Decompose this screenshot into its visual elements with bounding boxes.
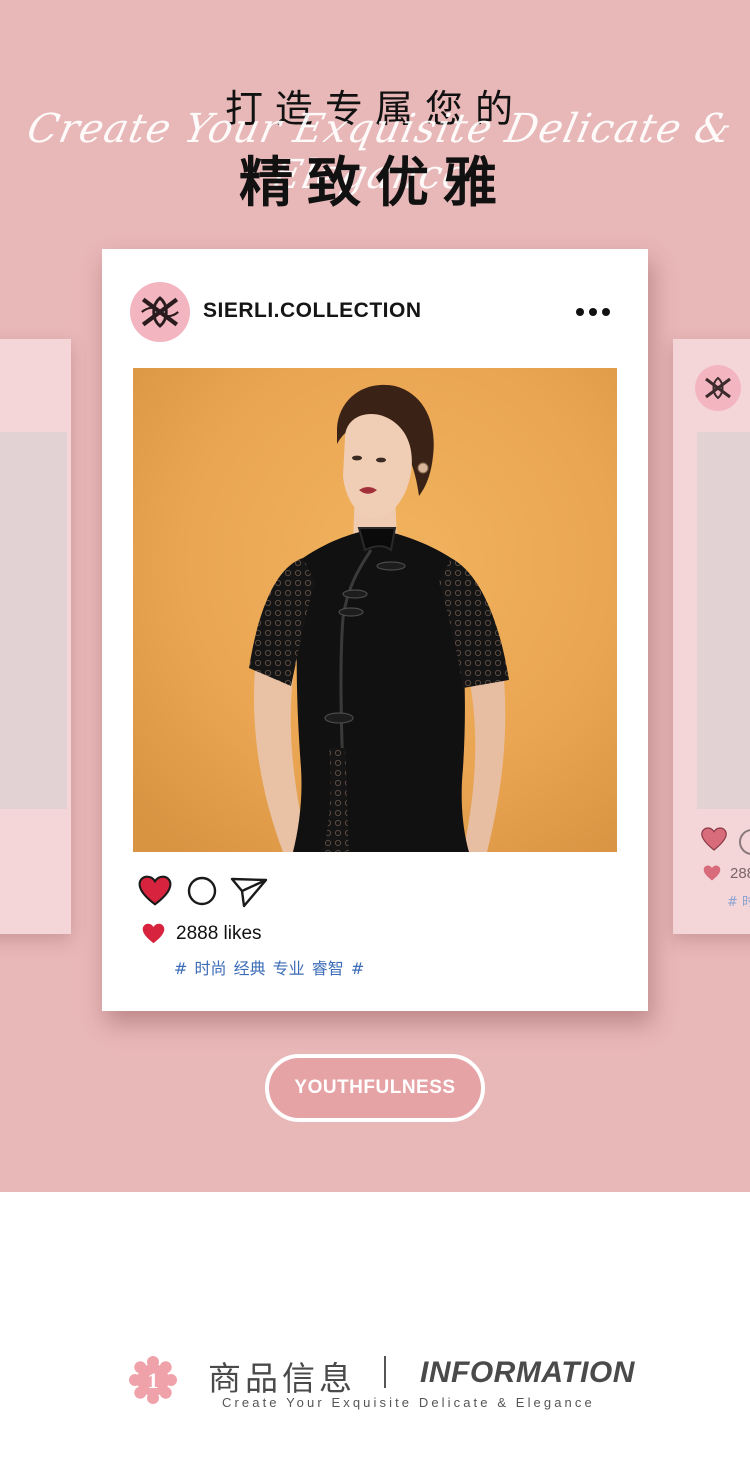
ghost-card-left bbox=[0, 339, 71, 934]
section-divider bbox=[384, 1356, 386, 1388]
ghost-card-right-photo bbox=[697, 432, 750, 809]
account-name[interactable]: SIERLI.COLLECTION bbox=[203, 299, 422, 323]
ghost-likes-text: 288 bbox=[730, 865, 750, 882]
avatar[interactable] bbox=[130, 282, 190, 342]
brand-monogram-icon bbox=[695, 365, 741, 411]
section-title-cn: 商品信息 bbox=[208, 1359, 356, 1398]
heart-icon bbox=[703, 865, 721, 881]
section-number: 1 bbox=[148, 1368, 159, 1393]
more-dots-icon[interactable] bbox=[576, 299, 616, 325]
dot bbox=[576, 308, 584, 316]
hashtags[interactable]: # 时尚 经典 专业 睿智 # bbox=[174, 955, 364, 979]
section-title-en: INFORMATION bbox=[420, 1356, 635, 1389]
post-card: SIERLI.COLLECTION 2888 likes # 时尚 经典 专业 … bbox=[102, 249, 648, 1011]
brand-monogram-icon bbox=[141, 296, 179, 328]
post-photo[interactable] bbox=[133, 368, 617, 852]
section-subtitle: Create Your Exquisite Delicate & Eleganc… bbox=[222, 1395, 595, 1410]
model-photo-illustration bbox=[133, 368, 617, 852]
heart-icon bbox=[701, 827, 727, 851]
comment-icon bbox=[739, 829, 750, 855]
heart-icon bbox=[142, 923, 165, 944]
send-icon[interactable] bbox=[230, 876, 268, 908]
youthfulness-button[interactable]: YOUTHFULNESS bbox=[265, 1054, 485, 1122]
section-number-badge: 1 bbox=[129, 1356, 177, 1404]
likes-count[interactable]: 2888 likes bbox=[176, 923, 262, 945]
dot bbox=[589, 308, 597, 316]
hero-title-line2: 精致优雅 bbox=[239, 151, 511, 214]
heart-icon[interactable] bbox=[138, 875, 172, 906]
dot bbox=[602, 308, 610, 316]
ghost-hashtags: # 时 bbox=[727, 895, 750, 910]
ghost-card-right: 288 # 时 bbox=[673, 339, 750, 934]
ghost-card-left-photo bbox=[0, 432, 67, 809]
comment-icon[interactable] bbox=[187, 876, 217, 906]
hero-banner: 打造专属您的 Create Your Exquisite Delicate & … bbox=[0, 0, 750, 1192]
